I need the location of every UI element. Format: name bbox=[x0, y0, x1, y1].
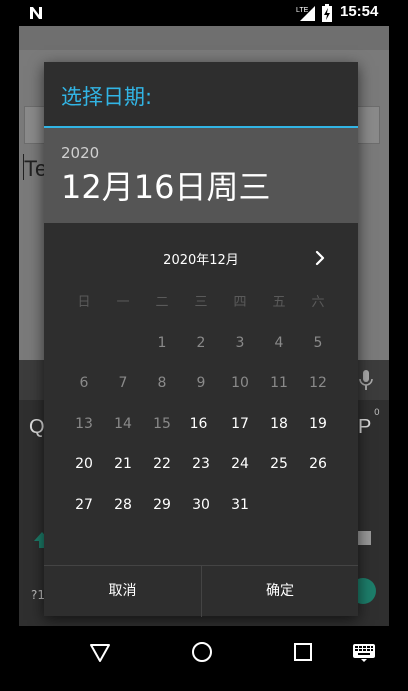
status-bar: LTE 15:54 bbox=[0, 0, 408, 26]
calendar-day: 14 bbox=[114, 416, 132, 432]
ok-button[interactable]: 确定 bbox=[202, 566, 358, 617]
keyboard-icon[interactable] bbox=[352, 642, 376, 662]
calendar-week: 1 2 3 4 5 bbox=[64, 328, 338, 358]
calendar-week: 27 28 29 30 31 bbox=[64, 490, 338, 520]
network-label: LTE bbox=[296, 7, 309, 14]
calendar-day[interactable]: 22 bbox=[147, 449, 177, 479]
calendar-day: 13 bbox=[75, 416, 93, 432]
dialog-button-bar: 取消 确定 bbox=[44, 565, 358, 617]
calendar-day[interactable]: 25 bbox=[264, 449, 294, 479]
weekday-mon: 一 bbox=[116, 295, 130, 310]
calendar-day: 4 bbox=[274, 335, 284, 351]
calendar-day: 11 bbox=[270, 375, 288, 391]
lte-signal-icon: LTE bbox=[296, 6, 315, 21]
calendar-day[interactable]: 19 bbox=[303, 409, 333, 439]
weekday-header: 日 一 二 三 四 五 六 bbox=[64, 288, 338, 318]
calendar-day-selected[interactable]: 16 bbox=[186, 409, 216, 439]
calendar-day: 7 bbox=[118, 375, 128, 391]
calendar-week: 20 21 22 23 24 25 26 bbox=[64, 449, 338, 479]
key-q: Q bbox=[29, 416, 45, 438]
calendar-day[interactable]: 30 bbox=[186, 490, 216, 520]
notification-n-icon bbox=[30, 7, 42, 19]
calendar-day: 3 bbox=[235, 335, 245, 351]
calendar-day: 9 bbox=[196, 375, 206, 391]
calendar-day[interactable]: 24 bbox=[225, 449, 255, 479]
calendar-day[interactable]: 21 bbox=[108, 449, 138, 479]
calendar-day: 8 bbox=[157, 375, 167, 391]
calendar-week: 13 14 15 16 17 18 19 bbox=[64, 409, 338, 439]
calendar-day[interactable]: 29 bbox=[147, 490, 177, 520]
calendar-week: 6 7 8 9 10 11 12 bbox=[64, 368, 338, 398]
month-navigation: 2020年12月 bbox=[44, 245, 358, 271]
calendar-day[interactable]: 27 bbox=[69, 490, 99, 520]
weekday-tue: 二 bbox=[155, 295, 169, 310]
calendar-day[interactable]: 28 bbox=[108, 490, 138, 520]
dialog-title: 选择日期: bbox=[61, 85, 153, 109]
calendar-day: 1 bbox=[157, 335, 167, 351]
calendar-day[interactable]: 31 bbox=[225, 490, 255, 520]
chevron-right-icon[interactable] bbox=[307, 245, 333, 271]
calendar-day: 10 bbox=[231, 375, 249, 391]
weekday-thu: 四 bbox=[233, 295, 247, 310]
background-toolbar bbox=[19, 26, 389, 50]
weekday-sat: 六 bbox=[311, 295, 325, 310]
calendar-day: 5 bbox=[313, 335, 323, 351]
calendar-day: 6 bbox=[79, 375, 89, 391]
navigation-bar bbox=[0, 626, 408, 691]
key-p-hint: 0 bbox=[374, 408, 380, 418]
calendar-day[interactable]: 17 bbox=[225, 409, 255, 439]
date-picker-dialog: 选择日期: 2020 12月16日周三 2020年12月 日 一 二 三 四 五… bbox=[44, 62, 358, 617]
cancel-button[interactable]: 取消 bbox=[44, 566, 201, 617]
calendar-day[interactable]: 26 bbox=[303, 449, 333, 479]
key-symbols: ?1 bbox=[31, 588, 46, 602]
recents-square-icon[interactable] bbox=[291, 640, 315, 664]
weekday-wed: 三 bbox=[194, 295, 208, 310]
calendar-day[interactable]: 18 bbox=[264, 409, 294, 439]
selected-day-label: 16 bbox=[189, 416, 208, 432]
weekday-sun: 日 bbox=[77, 295, 91, 310]
calendar-day: 15 bbox=[153, 416, 171, 432]
calendar-day: 2 bbox=[196, 335, 206, 351]
weekday-fri: 五 bbox=[272, 295, 286, 310]
selected-date-header: 2020 12月16日周三 bbox=[44, 128, 358, 223]
header-year[interactable]: 2020 bbox=[61, 144, 99, 162]
battery-charging-icon bbox=[322, 4, 332, 22]
header-date[interactable]: 12月16日周三 bbox=[61, 162, 270, 208]
microphone-icon bbox=[359, 370, 373, 390]
calendar-day: 12 bbox=[309, 375, 327, 391]
home-circle-icon[interactable] bbox=[190, 640, 214, 664]
back-triangle-icon[interactable] bbox=[88, 640, 112, 664]
status-time: 15:54 bbox=[340, 3, 379, 20]
calendar-day[interactable]: 23 bbox=[186, 449, 216, 479]
calendar-day[interactable]: 20 bbox=[69, 449, 99, 479]
key-p: P bbox=[358, 416, 372, 438]
